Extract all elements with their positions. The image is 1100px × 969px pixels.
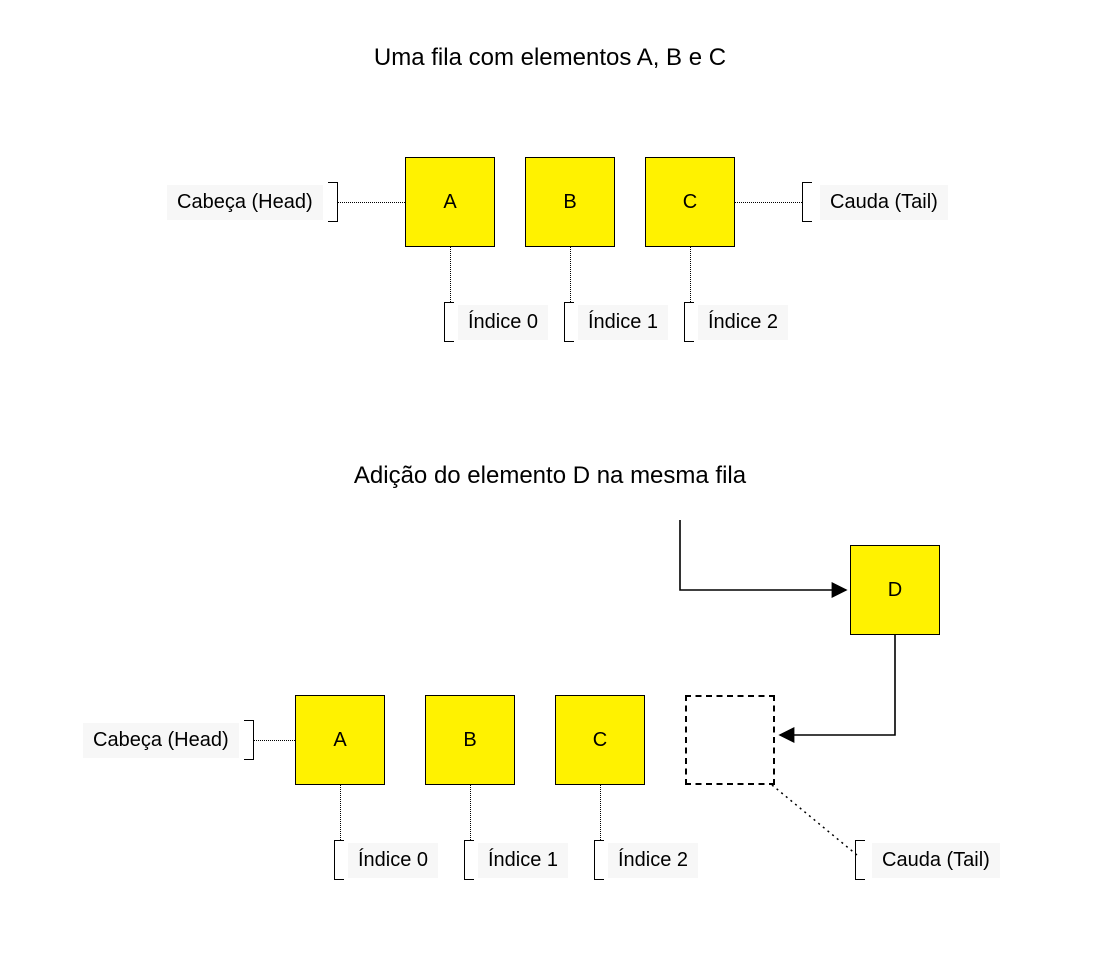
diagram1-head-bracket [328, 182, 338, 222]
diagram2-node-d: D [850, 545, 940, 635]
diagram2-tail-connector [772, 785, 857, 855]
diagram-canvas: Uma fila com elementos A, B e C Cabeça (… [0, 0, 1100, 969]
diagram2-index0-label: Índice 0 [348, 843, 438, 878]
diagram1-index2-label: Índice 2 [698, 305, 788, 340]
diagram2-node-b: B [425, 695, 515, 785]
arrow-into-d [680, 520, 846, 590]
diagram1-head-label: Cabeça (Head) [167, 185, 323, 220]
diagram1-index2-connector [690, 247, 691, 302]
diagram2-index2-label: Índice 2 [608, 843, 698, 878]
diagram1-index1-bracket [564, 302, 574, 342]
diagram1-index0-bracket [444, 302, 454, 342]
diagram2-index1-connector [470, 785, 471, 840]
diagram1-index0-label: Índice 0 [458, 305, 548, 340]
diagram2-head-label: Cabeça (Head) [83, 723, 239, 758]
diagram2-tail-label: Cauda (Tail) [872, 843, 1000, 878]
diagram1-index1-label: Índice 1 [578, 305, 668, 340]
arrow-d-to-slot [780, 635, 895, 735]
diagram2-node-a-value: A [333, 729, 346, 752]
diagram2-node-a: A [295, 695, 385, 785]
diagram1-tail-label: Cauda (Tail) [820, 185, 948, 220]
diagram2-head-bracket [244, 720, 254, 760]
diagram1-node-c: C [645, 157, 735, 247]
diagram2-index2-connector [600, 785, 601, 840]
diagram1-index1-connector [570, 247, 571, 302]
diagram2-index0-connector [340, 785, 341, 840]
diagram2-head-connector [254, 740, 295, 741]
diagram2-node-b-value: B [463, 729, 476, 752]
diagram2-title: Adição do elemento D na mesma fila [330, 462, 770, 490]
diagram1-tail-bracket [802, 182, 812, 222]
diagram1-node-b: B [525, 157, 615, 247]
diagram1-tail-connector [735, 202, 802, 203]
diagram2-index2-bracket [594, 840, 604, 880]
diagram1-node-a: A [405, 157, 495, 247]
diagram2-index0-bracket [334, 840, 344, 880]
diagram1-node-b-value: B [563, 191, 576, 214]
diagram1-index0-connector [450, 247, 451, 302]
diagram1-index2-bracket [684, 302, 694, 342]
diagram2-node-c-value: C [593, 729, 607, 752]
diagram2-node-d-value: D [888, 579, 902, 602]
diagram1-node-c-value: C [683, 191, 697, 214]
diagram1-node-a-value: A [443, 191, 456, 214]
diagram2-node-c: C [555, 695, 645, 785]
diagram2-index1-bracket [464, 840, 474, 880]
diagram2-index1-label: Índice 1 [478, 843, 568, 878]
diagram2-tail-bracket [855, 840, 865, 880]
diagram2-placeholder-slot [685, 695, 775, 785]
diagram1-title: Uma fila com elementos A, B e C [350, 44, 750, 72]
diagram1-head-connector [338, 202, 405, 203]
